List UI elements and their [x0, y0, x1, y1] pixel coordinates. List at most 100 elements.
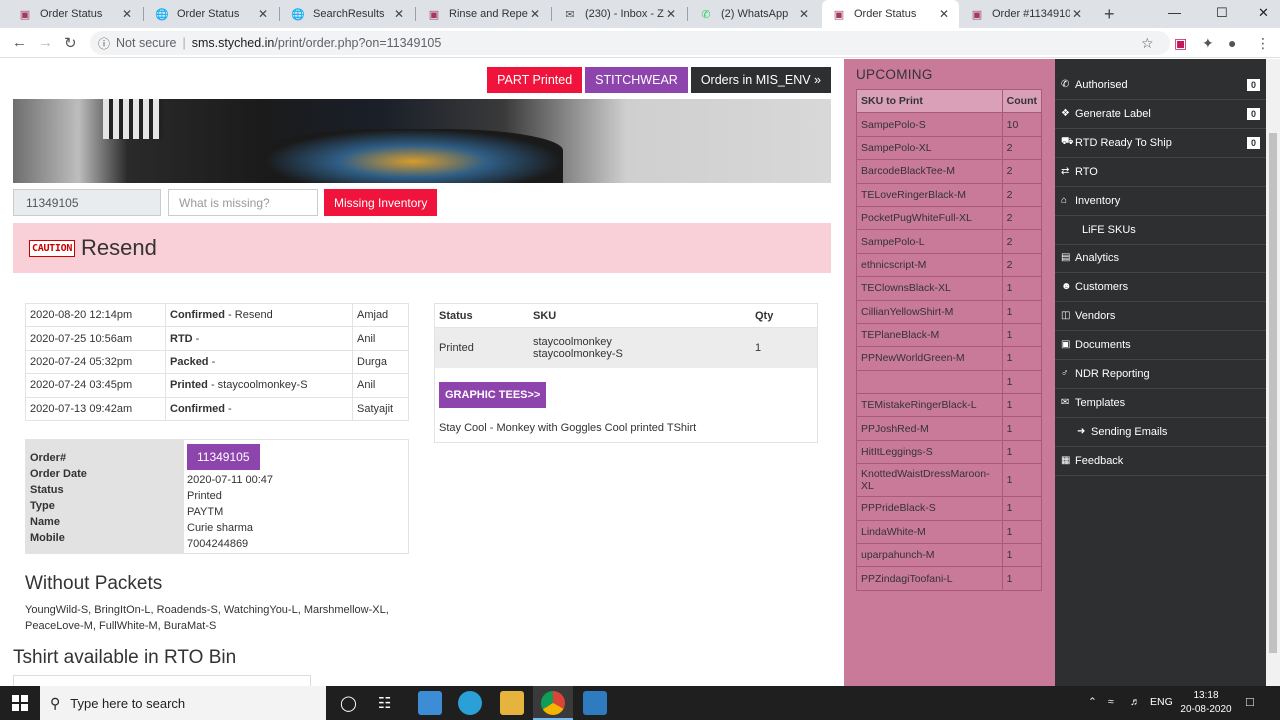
tab-close-icon[interactable]: ✕: [528, 7, 542, 21]
missing-inventory-button[interactable]: Missing Inventory: [324, 189, 438, 216]
scrollbar-thumb[interactable]: [1269, 133, 1277, 653]
browser-tab[interactable]: 🌐 Order Status ✕: [145, 0, 278, 28]
missing-input[interactable]: What is missing?: [168, 189, 318, 216]
upcoming-row: CillianYellowShirt-M 1: [856, 299, 1043, 324]
sidenav-item[interactable]: ⇄ RTO: [1055, 158, 1266, 187]
task-view-icon[interactable]: ☷: [378, 694, 391, 712]
chevron-up-icon[interactable]: ⌃: [1088, 696, 1097, 708]
order-number-input[interactable]: 11349105: [13, 189, 161, 216]
tab-close-icon[interactable]: ✕: [797, 7, 811, 21]
top-button[interactable]: PART Printed: [487, 67, 583, 93]
graphic-tees-button[interactable]: GRAPHIC TEES>>: [439, 382, 547, 408]
forward-icon[interactable]: →: [38, 34, 53, 51]
sidenav-item[interactable]: ▤ Analytics: [1055, 244, 1266, 273]
tab-title: Order #11349105: [992, 8, 1070, 20]
order-number-badge[interactable]: 11349105: [187, 444, 260, 470]
file-explorer-icon[interactable]: [500, 691, 524, 715]
cortana-icon[interactable]: ◯: [340, 694, 357, 712]
sidenav-item[interactable]: ✉ Templates: [1055, 389, 1266, 418]
browser-tab[interactable]: ▣ Order Status ✕: [822, 0, 959, 28]
history-status: Confirmed: [170, 402, 225, 415]
arrow-right-icon: ➜: [1077, 426, 1086, 438]
notification-icon[interactable]: □: [1246, 694, 1254, 709]
order-type: PAYTM: [187, 506, 224, 518]
without-packets-title: Without Packets: [25, 573, 163, 594]
url-input[interactable]: ⓘ Not secure | sms.styched.in /print/ord…: [90, 31, 1170, 55]
browser-tab[interactable]: ▣ Order #11349105 ✕: [960, 0, 1092, 28]
windows-start-button[interactable]: [0, 686, 40, 720]
sidenav-item[interactable]: LiFE SKUs: [1055, 216, 1266, 245]
sidenav-item[interactable]: ◫ Vendors: [1055, 302, 1266, 331]
sidenav-item[interactable]: ❖ Generate Label 0: [1055, 100, 1266, 129]
label-mobile: Mobile: [30, 532, 65, 544]
app-icon-skype[interactable]: [458, 691, 482, 715]
upcoming-count: 2: [1001, 229, 1043, 254]
tab-close-icon[interactable]: ✕: [937, 7, 951, 21]
puzzle-icon[interactable]: ✦: [1202, 35, 1214, 52]
chrome-icon[interactable]: [541, 691, 565, 715]
tab-close-icon[interactable]: ✕: [664, 7, 678, 21]
reload-icon[interactable]: ↻: [64, 34, 77, 52]
browser-tab[interactable]: ▣ Order Status ✕: [8, 0, 142, 28]
back-icon[interactable]: ←: [12, 34, 27, 51]
sidenav-item[interactable]: ▦ Feedback: [1055, 447, 1266, 476]
upcoming-count: 2: [1001, 252, 1043, 278]
sidenav-item-label: Customers: [1075, 280, 1129, 293]
extension-shield-icon[interactable]: ▣: [1174, 35, 1187, 52]
wifi-icon[interactable]: ≈: [1108, 696, 1114, 708]
upcoming-row: PPNewWorldGreen-M 1: [856, 346, 1043, 371]
tag-icon: ❖: [1061, 108, 1070, 120]
sidenav-item[interactable]: ➜ Sending Emails: [1055, 418, 1266, 447]
history-time: 2020-07-25 10:56am: [25, 326, 166, 351]
tab-close-icon[interactable]: ✕: [1070, 7, 1084, 21]
app-icon-1[interactable]: [418, 691, 442, 715]
tab-close-icon[interactable]: ✕: [256, 7, 270, 21]
sidenav-item[interactable]: ☻ Customers: [1055, 273, 1266, 302]
star-icon[interactable]: ☆: [1141, 35, 1154, 52]
browser-tab[interactable]: ▣ Rinse and Repeat V✕: [417, 0, 550, 28]
sidenav-item[interactable]: ▣ Documents: [1055, 331, 1266, 360]
tab-close-icon[interactable]: ✕: [120, 7, 134, 21]
browser-tab[interactable]: 🌐 SearchResults ✕: [281, 0, 414, 28]
new-tab-icon[interactable]: +: [1104, 4, 1115, 25]
taskbar-search-input[interactable]: ⚲ Type here to search: [40, 686, 326, 720]
col-status: Status: [439, 309, 473, 322]
taskbar-clock[interactable]: 13:18 20-08-2020: [1178, 689, 1234, 717]
truck-icon: ⛟: [1061, 136, 1074, 148]
upcoming-row: uparpahunch-M 1: [856, 543, 1043, 568]
url-divider: |: [182, 36, 186, 50]
sidenav-item[interactable]: ⛟ RTD Ready To Ship 0: [1055, 129, 1266, 158]
without-packets-list: YoungWild-S, BringItOn-L, Roadends-S, Wa…: [25, 604, 389, 632]
envelope-icon: ✉: [1061, 397, 1070, 409]
history-time: 2020-08-20 12:14pm: [25, 302, 166, 328]
sidenav-item[interactable]: ⌂ Inventory: [1055, 187, 1266, 216]
tab-title: SearchResults: [313, 8, 385, 20]
tab-close-icon[interactable]: ✕: [392, 7, 406, 21]
globe-icon: 🌐: [155, 8, 169, 21]
browser-tab[interactable]: ✉ (230) - Inbox - Zoh✕: [553, 0, 686, 28]
top-button[interactable]: STITCHWEAR: [585, 67, 688, 93]
language-label[interactable]: ENG: [1150, 696, 1173, 708]
info-icon[interactable]: ⓘ: [98, 35, 110, 52]
menu-dots-icon[interactable]: ⋮: [1256, 35, 1270, 52]
tab-separator: [687, 7, 688, 21]
close-window-icon[interactable]: ✕: [1258, 5, 1269, 21]
sidenav-item[interactable]: ♂ NDR Reporting: [1055, 360, 1266, 389]
upcoming-sku: TEMistakeRingerBlack-L: [856, 393, 1003, 418]
maximize-icon[interactable]: ☐: [1216, 5, 1228, 21]
styched-icon: ▣: [971, 8, 983, 21]
sidenav-item[interactable]: ✆ Authorised 0: [1055, 71, 1266, 100]
upcoming-row: PPZindagiToofani-L 1: [856, 566, 1043, 591]
history-time: 2020-07-24 05:32pm: [25, 349, 166, 375]
browser-tab[interactable]: ✆ (2) WhatsApp ✕: [689, 0, 819, 28]
photos-icon[interactable]: [583, 691, 607, 715]
history-user: Amjad: [352, 302, 409, 328]
volume-icon[interactable]: ♬: [1130, 696, 1141, 708]
upcoming-row: SampePolo-XL 2: [856, 135, 1043, 161]
page-scrollbar[interactable]: [1266, 59, 1280, 686]
top-button[interactable]: Orders in MIS_ENV »: [690, 67, 831, 93]
rto-bin-table: [13, 675, 311, 686]
minimize-icon[interactable]: —: [1168, 5, 1181, 20]
profile-icon[interactable]: ●: [1228, 35, 1236, 51]
sku-variant: staycoolmonkey-S: [533, 348, 623, 360]
